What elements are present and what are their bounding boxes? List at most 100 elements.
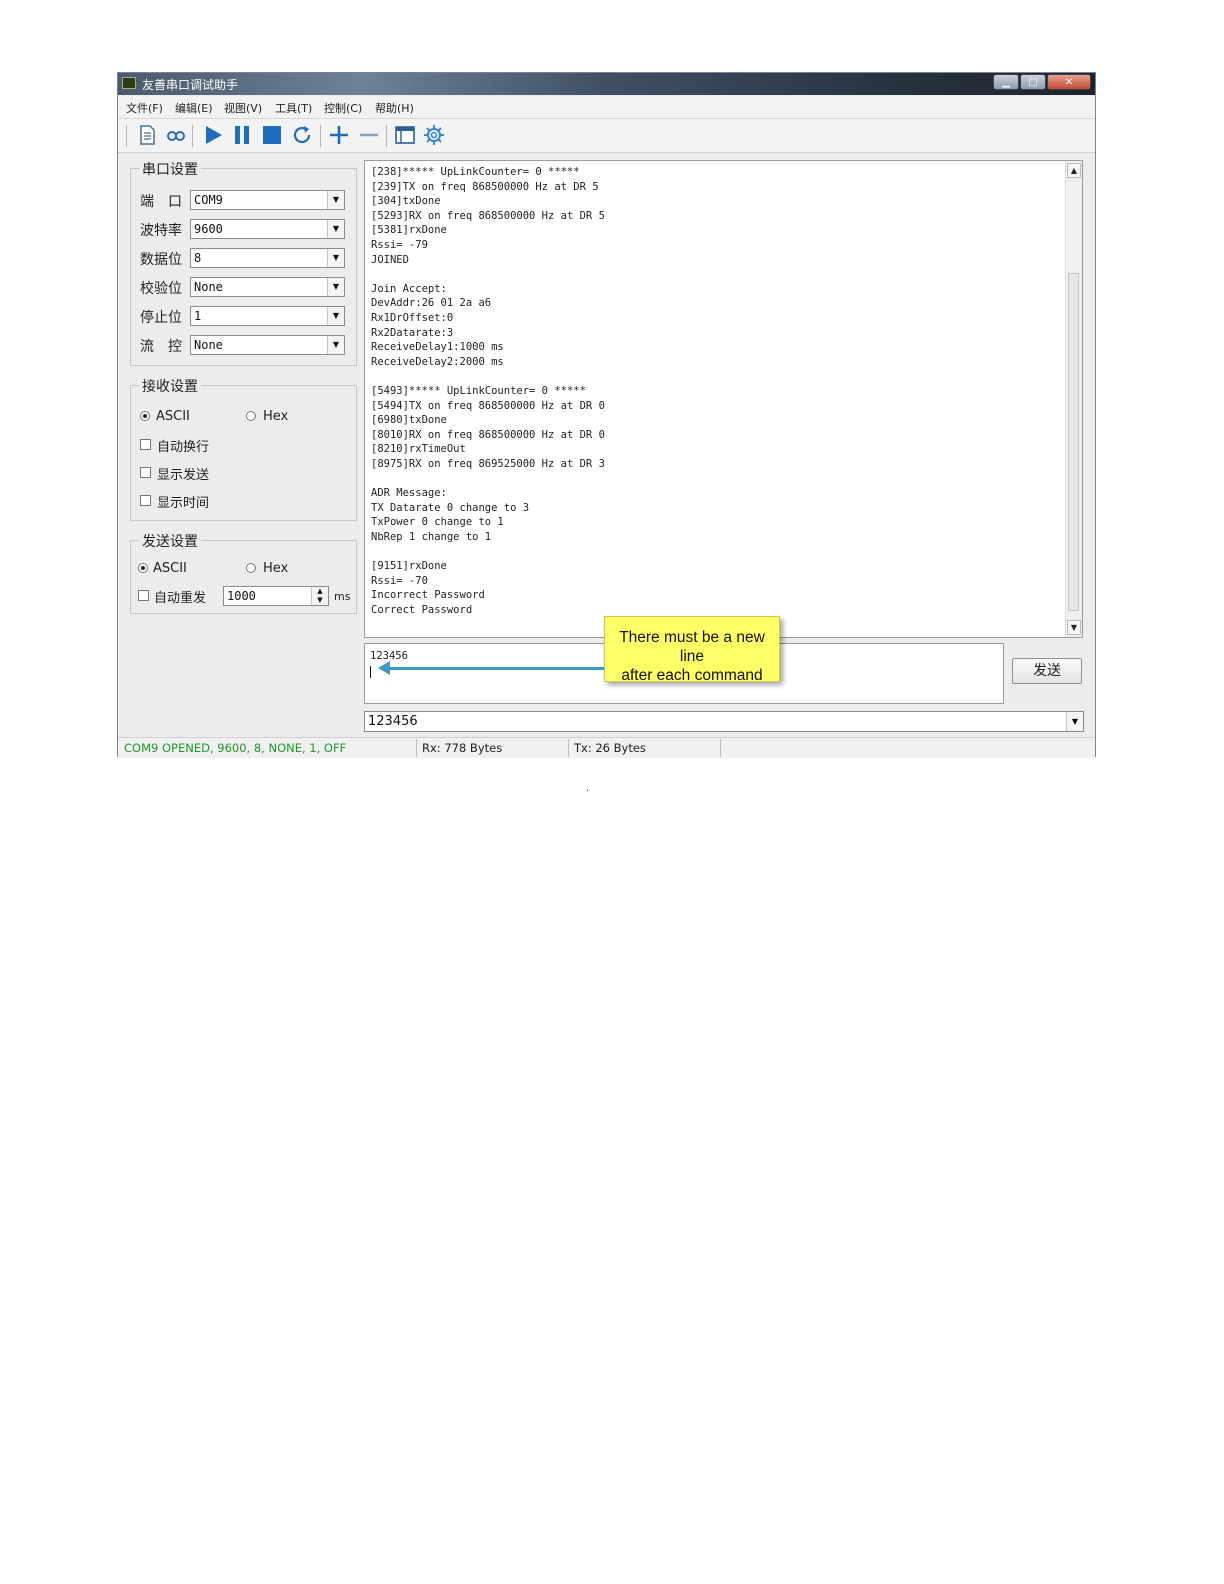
output-line: [304]txDone [371, 195, 441, 208]
window-icon[interactable] [394, 124, 416, 146]
minimize-button[interactable]: ▁ [993, 74, 1019, 90]
vertical-scrollbar[interactable]: ▲ ▼ [1065, 161, 1082, 637]
chevron-down-icon[interactable]: ▼ [327, 249, 344, 267]
title-bar[interactable]: 友善串口调试助手 ▁ ▢ ✕ [118, 73, 1095, 95]
menu-control[interactable]: 控制(C) [324, 100, 362, 116]
text-cursor [370, 666, 371, 678]
plus-icon[interactable] [328, 124, 350, 146]
stop-icon[interactable] [261, 124, 283, 146]
auto-wrap-checkbox[interactable] [140, 439, 151, 450]
output-line: [8210]rxTimeOut [371, 443, 466, 456]
chevron-down-icon[interactable]: ▼ [327, 307, 344, 325]
auto-resend-checkbox[interactable] [138, 590, 149, 601]
status-bar: COM9 OPENED, 9600, 8, NONE, 1, OFF Rx: 7… [118, 737, 1095, 758]
menu-tools[interactable]: 工具(T) [275, 100, 312, 116]
output-line: Join Accept: [371, 282, 447, 295]
output-line: [8975]RX on freq 869525000 Hz at DR 3 [371, 458, 605, 470]
data-bits-select[interactable]: 8 ▼ [190, 248, 345, 268]
receive-ascii-label: ASCII [156, 409, 190, 424]
toolbar-separator [192, 125, 193, 147]
stop-bits-select[interactable]: 1 ▼ [190, 306, 345, 326]
arrow-left-icon [378, 661, 390, 675]
send-history-select[interactable]: 123456 ▼ [364, 711, 1084, 732]
resend-interval-stepper[interactable]: 1000 ▲ ▼ [223, 586, 329, 606]
output-line: [5494]TX on freq 868500000 Hz at DR 0 [371, 399, 605, 412]
scroll-up-icon[interactable]: ▲ [1067, 163, 1081, 178]
menu-bar: 文件(F) 编辑(E) 视图(V) 工具(T) 控制(C) 帮助(H) [118, 96, 1095, 119]
send-settings-title: 发送设置 [139, 531, 201, 551]
maximize-button[interactable]: ▢ [1020, 74, 1046, 90]
serial-settings-title: 串口设置 [139, 159, 201, 179]
show-time-checkbox[interactable] [140, 495, 151, 506]
pause-icon[interactable] [231, 124, 253, 146]
minus-icon[interactable] [358, 124, 380, 146]
chevron-down-icon[interactable]: ▼ [1066, 712, 1083, 731]
output-line: [5493]***** UpLinkCounter= 0 ***** [371, 385, 586, 397]
output-line: TX Datarate 0 change to 3 [371, 501, 530, 514]
output-line: [238]***** UpLinkCounter= 0 ***** [371, 166, 580, 178]
status-separator [720, 739, 721, 757]
flow-control-select[interactable]: None ▼ [190, 335, 345, 355]
output-line: TxPower 0 change to 1 [371, 516, 504, 529]
output-line: [239]TX on freq 868500000 Hz at DR 5 [371, 180, 599, 193]
window-title: 友善串口调试助手 [142, 78, 239, 92]
status-separator [568, 739, 569, 757]
baud-rate-select[interactable]: 9600 ▼ [190, 219, 345, 239]
menu-file[interactable]: 文件(F) [126, 100, 163, 116]
toolbar-separator [386, 125, 387, 147]
refresh-icon[interactable] [291, 124, 313, 146]
chevron-down-icon[interactable]: ▼ [327, 191, 344, 209]
port-status: COM9 OPENED, 9600, 8, NONE, 1, OFF [124, 741, 347, 755]
output-line: Rssi= -70 [371, 574, 428, 587]
send-hex-radio[interactable] [246, 563, 256, 573]
receive-settings-title: 接收设置 [139, 376, 201, 396]
output-line: ReceiveDelay1:1000 ms [371, 341, 504, 354]
chevron-down-icon[interactable]: ▼ [327, 278, 344, 296]
send-ascii-label: ASCII [153, 561, 187, 576]
chevron-down-icon[interactable]: ▼ [327, 336, 344, 354]
output-line: JOINED [371, 253, 409, 266]
auto-resend-label: 自动重发 [154, 591, 207, 606]
receive-ascii-radio[interactable] [140, 411, 150, 421]
menu-help[interactable]: 帮助(H) [375, 100, 414, 116]
interval-unit-label: ms [334, 590, 351, 603]
port-select[interactable]: COM9 ▼ [190, 190, 345, 210]
output-line: [6980]txDone [371, 414, 447, 427]
menu-edit[interactable]: 编辑(E) [175, 100, 213, 116]
scroll-thumb[interactable] [1068, 273, 1079, 611]
rx-count: Rx: 778 Bytes [422, 741, 503, 755]
receive-output[interactable]: [238]***** UpLinkCounter= 0 ***** [239]TX… [364, 160, 1083, 638]
output-line: Correct Password [371, 604, 473, 616]
tx-count: Tx: 26 Bytes [574, 741, 646, 755]
data-bits-label: 数据位 [140, 252, 182, 268]
status-separator [416, 739, 417, 757]
send-button[interactable]: 发送 [1012, 658, 1082, 684]
callout-line-2: after each command [621, 667, 763, 684]
flow-control-label: 流 控 [140, 339, 182, 355]
close-button[interactable]: ✕ [1047, 74, 1091, 90]
output-line: Rx1DrOffset:0 [371, 312, 454, 324]
show-send-checkbox[interactable] [140, 467, 151, 478]
toolbar [118, 119, 1095, 153]
output-line: [5293]RX on freq 868500000 Hz at DR 5 [371, 209, 605, 222]
annotation-arrow-line [388, 667, 604, 670]
menu-view[interactable]: 视图(V) [224, 100, 262, 116]
play-icon[interactable] [202, 124, 224, 146]
loop-icon[interactable] [165, 124, 187, 146]
parity-select[interactable]: None ▼ [190, 277, 345, 297]
scroll-down-icon[interactable]: ▼ [1067, 620, 1081, 635]
output-line: ADR Message: [371, 487, 447, 500]
chevron-down-icon[interactable]: ▼ [327, 220, 344, 238]
baud-rate-label: 波特率 [140, 223, 182, 239]
footer-dot: . [586, 783, 590, 794]
send-ascii-radio[interactable] [138, 563, 148, 573]
receive-hex-radio[interactable] [246, 411, 256, 421]
gear-icon[interactable] [423, 124, 445, 146]
output-line: [8010]RX on freq 868500000 Hz at DR 0 [371, 428, 605, 441]
new-document-icon[interactable] [136, 124, 158, 146]
annotation-callout: There must be a new line after each comm… [604, 616, 780, 684]
output-line: Rssi= -79 [371, 239, 428, 251]
show-time-label: 显示时间 [157, 496, 210, 511]
stepper-arrows-icon[interactable]: ▲ ▼ [311, 587, 328, 605]
output-line: NbRep 1 change to 1 [371, 531, 492, 543]
